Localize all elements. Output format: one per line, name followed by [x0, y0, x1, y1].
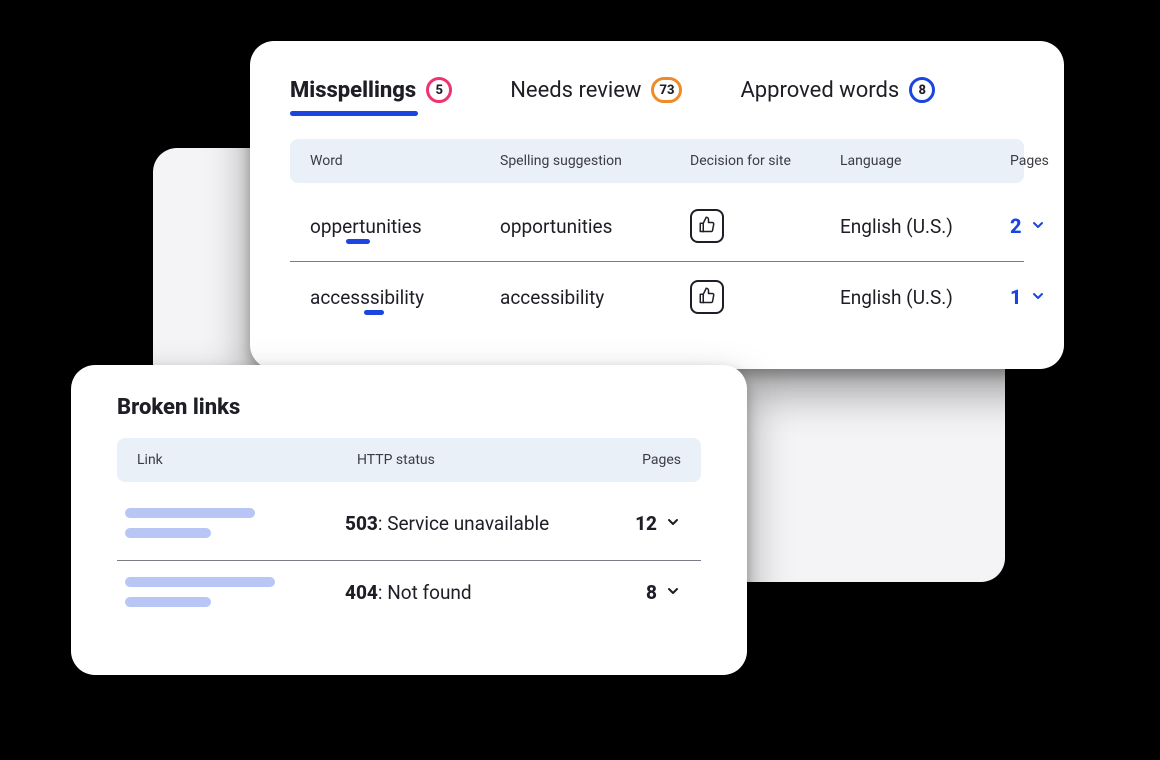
tab-needs-review[interactable]: Needs review 73 [510, 77, 682, 115]
col-language: Language [840, 153, 1010, 169]
chevron-down-icon [665, 512, 681, 535]
col-pages: Pages [1010, 153, 1049, 169]
tab-label: Approved words [740, 78, 899, 103]
pages-expand[interactable]: 1 [1010, 285, 1046, 309]
spelling-suggestion: accessibility [500, 286, 690, 309]
pages-expand[interactable]: 12 [605, 512, 681, 535]
spellcheck-tabs: Misspellings 5 Needs review 73 Approved … [290, 77, 1024, 115]
tab-label: Needs review [510, 78, 641, 103]
tab-count-badge: 73 [651, 77, 682, 103]
col-word: Word [310, 153, 500, 169]
thumbs-up-icon [698, 286, 716, 309]
link-placeholder [125, 577, 345, 607]
col-link: Link [137, 452, 357, 468]
col-decision: Decision for site [690, 153, 840, 169]
tab-label: Misspellings [290, 78, 416, 103]
tab-misspellings[interactable]: Misspellings 5 [290, 77, 452, 115]
tab-count-badge: 8 [909, 77, 935, 103]
spelling-suggestion: opportunities [500, 215, 690, 238]
error-underline [346, 239, 370, 244]
col-http: HTTP status [357, 452, 617, 468]
col-pages: Pages [617, 452, 681, 468]
http-code: 404 [345, 581, 378, 604]
broken-links-table-header: Link HTTP status Pages [117, 438, 701, 482]
misspellings-card: Misspellings 5 Needs review 73 Approved … [250, 41, 1064, 369]
table-row: oppertunities opportunities English (U.S… [290, 191, 1024, 262]
table-row: 503: Service unavailable 12 [117, 492, 701, 561]
approve-button[interactable] [690, 209, 724, 243]
card-title: Broken links [117, 395, 701, 420]
pages-count: 1 [1010, 285, 1022, 309]
approve-button[interactable] [690, 280, 724, 314]
tab-count-badge: 5 [426, 77, 452, 103]
pages-count: 12 [635, 512, 657, 535]
pages-expand[interactable]: 8 [605, 581, 681, 604]
error-underline [364, 310, 384, 315]
http-status: 404: Not found [345, 581, 605, 604]
broken-links-card: Broken links Link HTTP status Pages 503:… [71, 365, 747, 675]
chevron-down-icon [1030, 285, 1046, 309]
pages-expand[interactable]: 2 [1010, 214, 1046, 238]
misspellings-table-header: Word Spelling suggestion Decision for si… [290, 139, 1024, 183]
pages-count: 2 [1010, 214, 1022, 238]
chevron-down-icon [665, 581, 681, 604]
misspelled-word: oppertunities [310, 215, 422, 238]
misspelled-word: accesssibility [310, 286, 424, 309]
http-text: : Not found [378, 581, 472, 604]
pages-count: 8 [646, 581, 657, 604]
http-code: 503 [345, 512, 378, 535]
table-row: 404: Not found 8 [117, 561, 701, 629]
link-placeholder [125, 508, 345, 538]
http-status: 503: Service unavailable [345, 512, 605, 535]
thumbs-up-icon [698, 215, 716, 238]
language-cell: English (U.S.) [840, 215, 1010, 238]
http-text: : Service unavailable [378, 512, 549, 535]
tab-approved-words[interactable]: Approved words 8 [740, 77, 935, 115]
chevron-down-icon [1030, 214, 1046, 238]
language-cell: English (U.S.) [840, 286, 1010, 309]
table-row: accesssibility accessibility English (U.… [290, 262, 1024, 332]
col-suggestion: Spelling suggestion [500, 153, 690, 169]
